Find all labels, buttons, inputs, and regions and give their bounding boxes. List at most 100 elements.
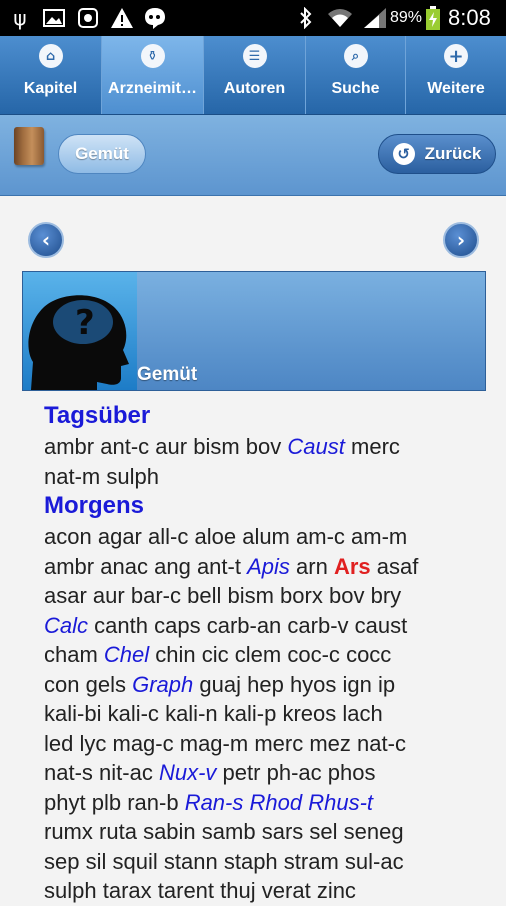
remedy-abbreviation[interactable]: ambr	[44, 434, 94, 459]
remedy-abbreviation[interactable]: sep	[44, 849, 79, 874]
remedy-abbreviation[interactable]: ang	[154, 554, 191, 579]
remedy-abbreviation[interactable]: bism	[227, 583, 273, 608]
remedy-abbreviation[interactable]: hyos	[290, 672, 336, 697]
remedy-abbreviation[interactable]: nat-s	[44, 760, 93, 785]
remedy-abbreviation[interactable]: sul-ac	[345, 849, 404, 874]
remedy-abbreviation[interactable]: kali-bi	[44, 701, 101, 726]
remedy-abbreviation[interactable]: sil	[86, 849, 107, 874]
remedy-abbreviation[interactable]: mag-c	[113, 731, 174, 756]
next-arrow-button[interactable]: ›	[443, 222, 479, 258]
previous-arrow-button[interactable]: ‹	[28, 222, 64, 258]
chapter-button[interactable]: Gemüt	[58, 134, 146, 174]
remedy-abbreviation[interactable]: phos	[328, 760, 376, 785]
remedy-abbreviation[interactable]: sabin	[143, 819, 196, 844]
remedy-abbreviation[interactable]: anac	[100, 554, 148, 579]
remedy-abbreviation[interactable]: ph-ac	[267, 760, 322, 785]
remedy-abbreviation[interactable]: plb	[92, 790, 121, 815]
remedy-abbreviation[interactable]: kali-c	[108, 701, 159, 726]
remedy-abbreviation[interactable]: bar-c	[131, 583, 181, 608]
remedy-abbreviation[interactable]: alum	[242, 524, 290, 549]
remedy-abbreviation[interactable]: Apis	[247, 554, 290, 579]
remedy-abbreviation[interactable]: petr	[223, 760, 261, 785]
remedy-abbreviation[interactable]: cic	[202, 642, 229, 667]
remedy-abbreviation[interactable]: bell	[187, 583, 221, 608]
remedy-abbreviation[interactable]: lyc	[79, 731, 106, 756]
remedy-abbreviation[interactable]: arn	[296, 554, 328, 579]
remedy-abbreviation[interactable]: ran-b	[127, 790, 178, 815]
remedy-abbreviation[interactable]: cham	[44, 642, 98, 667]
remedy-abbreviation[interactable]: kreos	[282, 701, 336, 726]
remedy-abbreviation[interactable]: bov	[329, 583, 364, 608]
remedy-abbreviation[interactable]: sel	[309, 819, 337, 844]
remedy-abbreviation[interactable]: seneg	[344, 819, 404, 844]
remedy-abbreviation[interactable]: guaj	[199, 672, 241, 697]
remedy-abbreviation[interactable]: mez	[309, 731, 351, 756]
remedy-abbreviation[interactable]: phyt	[44, 790, 86, 815]
remedy-abbreviation[interactable]: stann	[164, 849, 218, 874]
remedy-abbreviation[interactable]: clem	[235, 642, 281, 667]
tab-suche[interactable]: ⌕ Suche	[306, 36, 406, 114]
remedy-abbreviation[interactable]: sars	[262, 819, 304, 844]
remedy-abbreviation[interactable]: samb	[202, 819, 256, 844]
remedy-abbreviation[interactable]: chin	[155, 642, 195, 667]
remedy-abbreviation[interactable]: mag-m	[180, 731, 248, 756]
remedy-abbreviation[interactable]: ip	[378, 672, 395, 697]
remedy-abbreviation[interactable]: aur	[93, 583, 125, 608]
remedy-abbreviation[interactable]: bry	[371, 583, 402, 608]
remedy-abbreviation[interactable]: zinc	[317, 878, 356, 903]
remedy-abbreviation[interactable]: kali-n	[165, 701, 218, 726]
remedy-abbreviation[interactable]: ambr	[44, 554, 94, 579]
remedy-abbreviation[interactable]: thuj	[220, 878, 255, 903]
remedy-abbreviation[interactable]: agar	[98, 524, 142, 549]
remedy-abbreviation[interactable]: asaf	[377, 554, 419, 579]
remedy-abbreviation[interactable]: carb-v	[287, 613, 348, 638]
remedy-abbreviation[interactable]: merc	[351, 434, 400, 459]
remedy-abbreviation[interactable]: tarax	[103, 878, 152, 903]
remedy-abbreviation[interactable]: all-c	[148, 524, 188, 549]
remedy-abbreviation[interactable]: nat-m	[44, 464, 100, 489]
remedy-abbreviation[interactable]: staph	[224, 849, 278, 874]
remedy-abbreviation[interactable]: squil	[113, 849, 158, 874]
remedy-abbreviation[interactable]: nit-ac	[99, 760, 153, 785]
remedy-abbreviation[interactable]: Graph	[132, 672, 193, 697]
remedy-abbreviation[interactable]: Rhod	[250, 790, 303, 815]
remedy-abbreviation[interactable]: Nux-v	[159, 760, 216, 785]
remedy-abbreviation[interactable]: cocc	[346, 642, 391, 667]
remedy-abbreviation[interactable]: kali-p	[224, 701, 277, 726]
remedy-abbreviation[interactable]: ruta	[99, 819, 137, 844]
remedy-abbreviation[interactable]: merc	[254, 731, 303, 756]
remedy-abbreviation[interactable]: am-m	[351, 524, 407, 549]
remedy-abbreviation[interactable]: tarent	[158, 878, 214, 903]
tab-autoren[interactable]: ☰ Autoren	[204, 36, 306, 114]
remedy-abbreviation[interactable]: gels	[86, 672, 126, 697]
remedy-abbreviation[interactable]: sulph	[44, 878, 97, 903]
tab-weitere[interactable]: + Weitere	[406, 36, 506, 114]
tab-kapitel[interactable]: ⌂ Kapitel	[0, 36, 102, 114]
remedy-abbreviation[interactable]: verat	[262, 878, 311, 903]
remedy-abbreviation[interactable]: asar	[44, 583, 87, 608]
remedy-abbreviation[interactable]: nat-c	[357, 731, 406, 756]
remedy-abbreviation[interactable]: Ran-s	[185, 790, 244, 815]
remedy-abbreviation[interactable]: Rhus-t	[308, 790, 373, 815]
remedy-abbreviation[interactable]: caust	[355, 613, 408, 638]
remedy-abbreviation[interactable]: caps	[154, 613, 200, 638]
remedy-abbreviation[interactable]: coc-c	[287, 642, 340, 667]
back-button[interactable]: ↺ Zurück	[378, 134, 496, 174]
remedy-abbreviation[interactable]: sulph	[106, 464, 159, 489]
remedy-abbreviation[interactable]: aloe	[194, 524, 236, 549]
remedy-abbreviation[interactable]: canth	[94, 613, 148, 638]
remedy-abbreviation[interactable]: carb-an	[207, 613, 282, 638]
remedy-abbreviation[interactable]: ant-c	[100, 434, 149, 459]
remedy-abbreviation[interactable]: stram	[284, 849, 339, 874]
remedy-abbreviation[interactable]: borx	[280, 583, 323, 608]
remedy-abbreviation[interactable]: ign	[343, 672, 372, 697]
remedy-abbreviation[interactable]: Caust	[287, 434, 344, 459]
remedy-abbreviation[interactable]: acon	[44, 524, 92, 549]
remedy-abbreviation[interactable]: led	[44, 731, 73, 756]
remedy-abbreviation[interactable]: bism	[193, 434, 239, 459]
remedy-abbreviation[interactable]: aur	[155, 434, 187, 459]
remedy-abbreviation[interactable]: con	[44, 672, 79, 697]
remedy-abbreviation[interactable]: lach	[342, 701, 382, 726]
remedy-abbreviation[interactable]: hep	[247, 672, 284, 697]
remedy-abbreviation[interactable]: ant-t	[197, 554, 241, 579]
